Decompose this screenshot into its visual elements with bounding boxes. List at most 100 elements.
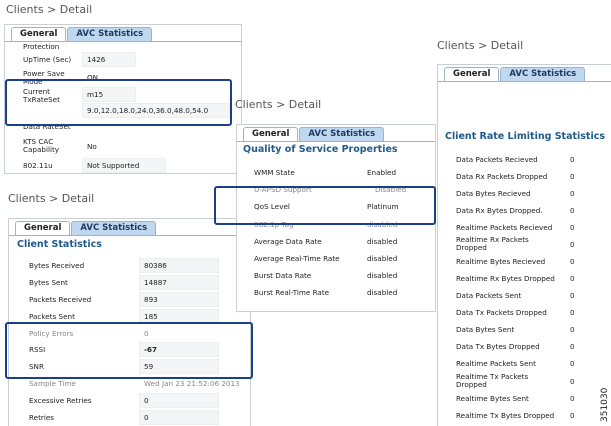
tab-divider	[9, 235, 250, 236]
row-value: 1426	[87, 55, 106, 64]
row-label: 802.1p Tag	[254, 219, 294, 229]
row-realtime-rx-bytes-dropped: Realtime Rx Bytes Dropped 0	[438, 270, 611, 287]
row-value: 0	[570, 188, 575, 198]
row-label: Data Tx Bytes Dropped	[456, 341, 540, 351]
breadcrumb-p1[interactable]: Clients > Detail	[6, 3, 92, 16]
tab-bar: General AVC Statistics	[444, 67, 586, 82]
tab-general[interactable]: General	[15, 221, 71, 236]
row-packets-sent: Packets Sent 185	[9, 308, 250, 325]
row-data-bytes-recieved: Data Bytes Recieved 0	[438, 185, 611, 202]
row-data-bytes-sent: Data Bytes Sent 0	[438, 321, 611, 338]
row-label: Burst Real-Time Rate	[254, 288, 330, 298]
row-value: Disabled	[375, 185, 407, 195]
row-value: disabled	[367, 253, 398, 263]
row-value: Platinum	[367, 202, 399, 212]
row-kts-cac: KTS CAC Capability No	[5, 136, 241, 158]
row-value: 185	[144, 311, 158, 321]
tab-avc-statistics[interactable]: AVC Statistics	[299, 127, 385, 142]
tab-general[interactable]: General	[444, 67, 500, 82]
row-value: 0	[570, 240, 575, 250]
row-label: UpTime (Sec)	[23, 55, 72, 64]
row-label: Average Data Rate	[254, 236, 322, 246]
value-field	[139, 393, 219, 409]
row-value: 0	[144, 396, 149, 406]
row-label: Realtime Bytes Recieved	[456, 257, 546, 267]
row-label: Data Tx Packets Dropped	[456, 308, 547, 318]
row-realtime-packets-sent: Realtime Packets Sent 0	[438, 355, 611, 372]
row-value: 0	[570, 376, 575, 386]
row-realtime-bytes-recieved: Realtime Bytes Recieved 0	[438, 253, 611, 270]
row-value: 0	[570, 393, 575, 403]
row-excessive-retries: Excessive Retries 0	[9, 392, 250, 409]
row-uptime: UpTime (Sec) 1426	[5, 51, 241, 68]
row-bytes-received: Bytes Received 80386	[9, 257, 250, 274]
section-title-qos-properties: Quality of Service Properties	[243, 144, 398, 155]
row-value: Enabled	[367, 168, 397, 177]
row-tx-rate-set: Current TxRateSet m15	[5, 86, 241, 104]
row-data-rx-packets-dropped: Data Rx Packets Dropped 0	[438, 168, 611, 185]
row-value: 0	[570, 291, 575, 301]
row-label: Policy Errors	[29, 328, 74, 338]
row-label: Data Bytes Recieved	[456, 188, 531, 198]
row-burst-data-rate: Burst Data Rate disabled	[237, 267, 435, 284]
row-label: Retries	[29, 413, 55, 423]
general-properties-list: Protection UpTime (Sec) 1426 Power Save …	[5, 42, 241, 173]
breadcrumb-p4[interactable]: Clients > Detail	[437, 39, 523, 52]
row-value: m15	[87, 90, 104, 99]
row-value: disabled	[367, 236, 398, 246]
row-label: Realtime Rx Bytes Dropped	[456, 274, 555, 284]
tab-divider	[237, 141, 435, 142]
row-realtime-tx-bytes-dropped: Realtime Tx Bytes Dropped 0	[438, 407, 611, 424]
row-label: 802.11u	[23, 161, 53, 170]
row-label: KTS CAC Capability	[23, 137, 60, 154]
row-realtime-bytes-sent: Realtime Bytes Sent 0	[438, 390, 611, 407]
tab-bar: General AVC Statistics	[15, 221, 157, 236]
row-label: Realtime Packets Recieved	[456, 222, 553, 232]
row-value: 893	[144, 294, 158, 304]
breadcrumb-p2[interactable]: Clients > Detail	[8, 192, 94, 205]
row-value: 0	[570, 341, 575, 351]
row-realtime-tx-packets-dropped: Realtime Tx Packets Dropped 0	[438, 372, 611, 390]
figure-id-label: 351030	[600, 387, 610, 422]
row-label: Data Bytes Sent	[456, 325, 515, 335]
client-detail-panel-p3: General AVC Statistics Quality of Servic…	[236, 124, 436, 312]
row-bytes-sent: Bytes Sent 14887	[9, 274, 250, 291]
tab-general[interactable]: General	[243, 127, 299, 142]
row-rssi: RSSI -67	[9, 341, 250, 358]
row-label: Realtime Packets Sent	[456, 358, 536, 368]
row-label: Bytes Sent	[29, 277, 68, 287]
tab-bar: General AVC Statistics	[243, 127, 385, 142]
row-label: Data RateSet	[23, 122, 71, 131]
row-label: Data Packets Recieved	[456, 155, 538, 164]
row-wmm-state: WMM State Enabled	[237, 164, 435, 181]
row-average-real-time-rate: Average Real-Time Rate disabled	[237, 250, 435, 267]
tab-avc-statistics[interactable]: AVC Statistics	[71, 221, 157, 236]
row-label: Current TxRateSet	[23, 87, 60, 104]
row-value: Not Supported	[87, 161, 140, 170]
row-label: QoS Level	[254, 202, 290, 212]
tab-avc-statistics[interactable]: AVC Statistics	[67, 27, 153, 42]
row-label: Data Rx Packets Dropped	[456, 171, 548, 181]
row-realtime-rx-packets-dropped: Realtime Rx Packets Dropped 0	[438, 235, 611, 253]
row-label: RSSI	[29, 345, 46, 355]
row-label: SNR	[29, 362, 44, 372]
row-label: Data Rx Bytes Dropped.	[456, 205, 543, 215]
row-sample-time: Sample Time Wed Jan 23 21:52:06 2013	[9, 375, 250, 392]
row-label: Bytes Received	[29, 261, 85, 270]
row-label: Sample Time	[29, 379, 76, 389]
value-field	[139, 410, 219, 426]
row-value: 0	[144, 328, 149, 338]
row-80211u: 802.11u Not Supported	[5, 158, 241, 173]
row-protection: Protection	[5, 42, 241, 51]
row-value: 0	[570, 171, 575, 181]
breadcrumb-p3[interactable]: Clients > Detail	[235, 98, 321, 111]
row-label: Realtime Tx Packets Dropped	[456, 371, 529, 389]
row-qos-level: QoS Level Platinum	[237, 198, 435, 215]
row-label: Data Packets Sent	[456, 291, 522, 301]
row-value: -67	[144, 345, 157, 355]
row-label: U-APSD Support	[254, 185, 312, 195]
tab-general[interactable]: General	[11, 27, 67, 42]
tab-avc-statistics[interactable]: AVC Statistics	[500, 67, 586, 82]
tab-bar: General AVC Statistics	[11, 27, 153, 42]
row-value: ON	[87, 73, 99, 82]
